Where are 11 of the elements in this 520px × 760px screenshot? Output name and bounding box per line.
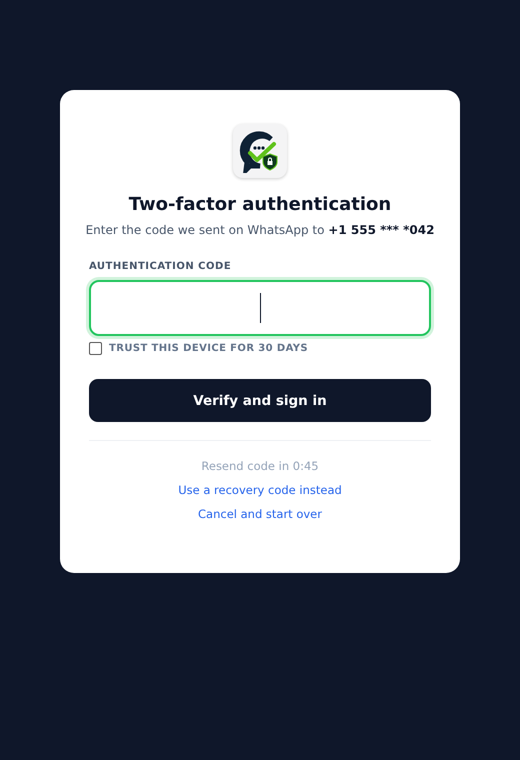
field-label: AUTHENTICATION CODE bbox=[89, 261, 232, 272]
page-title: Two-factor authentication bbox=[128, 194, 392, 215]
resend-timer-text: Resend code in 0:45 bbox=[201, 459, 319, 473]
verify-button[interactable]: Verify and sign in bbox=[89, 379, 431, 422]
checkbox[interactable] bbox=[89, 342, 102, 355]
text-link[interactable]: Cancel and start over bbox=[198, 507, 322, 521]
app-logo-icon bbox=[233, 124, 287, 178]
checkbox-label[interactable]: TRUST THIS DEVICE FOR 30 DAYS bbox=[109, 343, 308, 354]
instruction-text: Enter the code we sent on WhatsApp to +1 555 *** *042 bbox=[86, 223, 434, 237]
text-link[interactable]: Use a recovery code instead bbox=[178, 483, 342, 497]
code-field[interactable] bbox=[89, 280, 431, 336]
